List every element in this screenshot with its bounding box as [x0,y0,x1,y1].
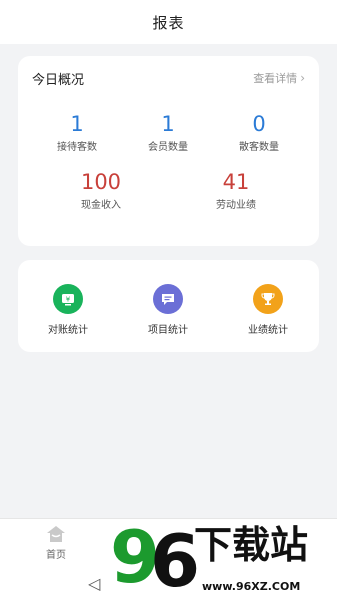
overview-header: 今日概况 查看详情 › [32,68,305,88]
svg-text:www.96XZ.COM: www.96XZ.COM [202,580,300,593]
home-icon [46,525,66,543]
stat-walkin-count: 0 散客数量 [214,112,304,153]
statistics-tools-card: ¥ 对账统计 项目统计 业绩统计 [18,260,319,352]
project-stats-button[interactable]: 项目统计 [123,284,213,336]
tab-home[interactable]: 首页 [26,525,86,561]
stat-value: 1 [70,112,84,136]
svg-text:6: 6 [150,519,200,600]
watermark-logo: 9 6 下载站 www.96XZ.COM [108,512,337,600]
back-triangle-icon[interactable]: ◁ [88,574,100,593]
stat-labor-performance: 41 劳动业绩 [191,170,281,211]
stat-label: 现金收入 [81,200,121,211]
svg-text:下载站: 下载站 [194,523,308,567]
reconciliation-icon: ¥ [53,284,83,314]
stat-value: 41 [222,170,250,194]
stat-label: 接待客数 [57,142,97,153]
performance-stats-button[interactable]: 业绩统计 [223,284,313,336]
stat-label: 散客数量 [239,142,279,153]
tool-label: 业绩统计 [248,325,288,336]
stat-value: 100 [80,170,122,194]
chevron-right-icon: › [300,71,305,85]
tool-label: 对账统计 [48,325,88,336]
stat-reception-count: 1 接待客数 [32,112,122,153]
view-details-link[interactable]: 查看详情 › [253,70,305,86]
stat-member-count: 1 会员数量 [123,112,213,153]
tool-label: 项目统计 [148,325,188,336]
stat-value: 1 [161,112,175,136]
page-title: 报表 [152,13,185,32]
reconciliation-stats-button[interactable]: ¥ 对账统计 [23,284,113,336]
view-details-label: 查看详情 [253,72,298,85]
stat-cash-income: 100 现金收入 [56,170,146,211]
project-stats-icon [153,284,183,314]
app-header: 报表 [0,0,337,44]
overview-title: 今日概况 [32,72,85,88]
trophy-icon [253,284,283,314]
stat-label: 会员数量 [148,142,188,153]
svg-text:¥: ¥ [66,296,71,304]
today-overview-card: 今日概况 查看详情 › 1 接待客数 1 会员数量 0 散客数量 100 现金收… [18,56,319,246]
stat-label: 劳动业绩 [216,200,256,211]
tab-home-label: 首页 [46,550,66,561]
stat-value: 0 [252,112,266,136]
